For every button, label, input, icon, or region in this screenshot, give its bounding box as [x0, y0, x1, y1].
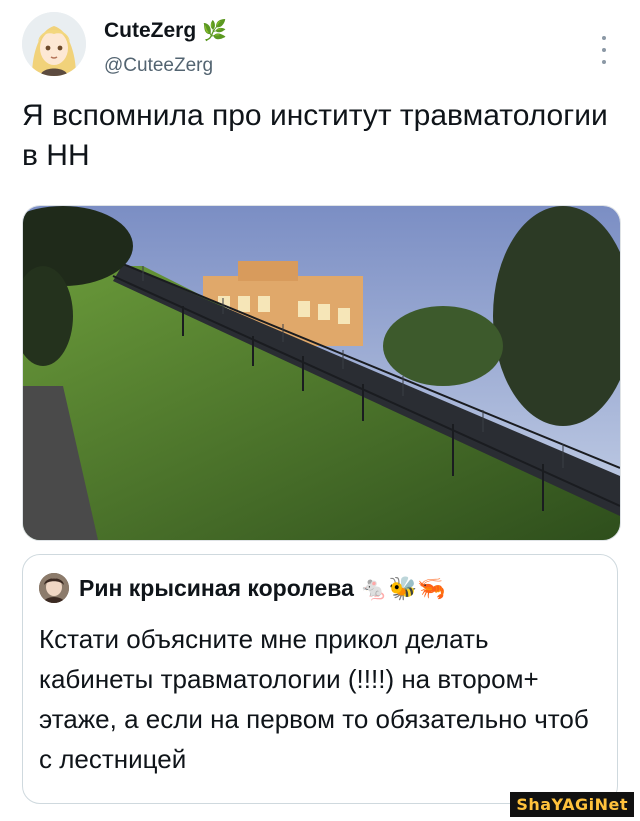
staircase-photo	[23, 206, 620, 540]
more-options-icon[interactable]	[598, 36, 610, 64]
author-avatar[interactable]	[22, 12, 86, 76]
leaf-icon: 🌿	[202, 20, 228, 42]
author-handle[interactable]: @CuteeZerg	[104, 55, 213, 77]
quoted-author-name[interactable]: Рин крысиная королева	[79, 575, 354, 602]
avatar-image	[22, 12, 86, 76]
site-watermark: ShaYAGiNet	[510, 792, 634, 817]
author-name-row[interactable]: CuteZerg 🌿	[104, 18, 227, 43]
quoted-avatar-image	[39, 573, 69, 603]
tweet-text: Я вспомнила про институт травматологии в…	[22, 99, 608, 172]
tweet-photo[interactable]	[22, 205, 621, 541]
author-name[interactable]: CuteZerg	[104, 19, 196, 43]
quoted-author-row[interactable]: Рин крысиная королева 🐁🐝🦐	[79, 575, 446, 602]
quoted-tweet-text: Кстати объясните мне прикол делать кабин…	[39, 624, 589, 774]
quoted-tweet-card[interactable]: Рин крысиная королева 🐁🐝🦐 Кстати объясни…	[22, 554, 618, 804]
emoji-icons: 🐁🐝🦐	[359, 575, 446, 601]
quoted-author-avatar[interactable]	[39, 573, 69, 603]
